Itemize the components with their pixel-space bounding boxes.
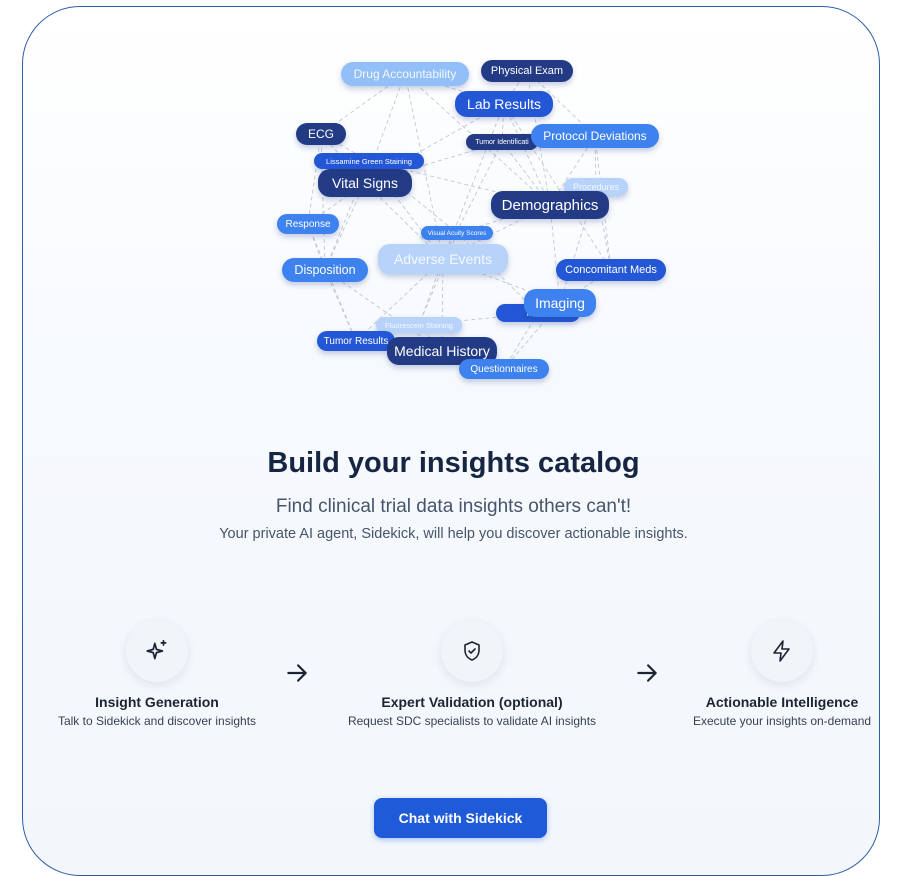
page-description: Your private AI agent, Sidekick, will he… bbox=[219, 526, 688, 542]
page-subtitle: Find clinical trial data insights others… bbox=[275, 496, 632, 517]
tag-visual-acuity-scores[interactable]: Visual Acuity Scores bbox=[421, 226, 493, 240]
page-title: Build your insights catalog bbox=[267, 447, 640, 479]
tag-tumor-identification[interactable]: Tumor Identificati bbox=[466, 134, 538, 150]
chat-with-sidekick-button[interactable]: Chat with Sidekick bbox=[374, 798, 547, 838]
step-description: Execute your insights on-demand bbox=[692, 714, 872, 728]
step-title: Actionable Intelligence bbox=[705, 694, 859, 710]
tag-fluorescein-staining[interactable]: Fluorescein Staining bbox=[376, 317, 462, 333]
topic-tag-cloud: Drug Accountability Physical Exam Lab Re… bbox=[0, 0, 907, 400]
tag-drug-accountability[interactable]: Drug Accountability bbox=[341, 62, 469, 86]
step-description: Request SDC specialists to validate AI i… bbox=[347, 714, 597, 728]
tag-lab-results[interactable]: Lab Results bbox=[455, 91, 553, 117]
step-description: Talk to Sidekick and discover insights bbox=[57, 714, 257, 728]
tag-questionnaires[interactable]: Questionnaires bbox=[459, 359, 549, 379]
tag-imaging[interactable]: Imaging bbox=[524, 289, 596, 317]
tag-vital-signs[interactable]: Vital Signs bbox=[318, 169, 412, 197]
step-title: Expert Validation (optional) bbox=[381, 694, 563, 710]
tag-physical-exam[interactable]: Physical Exam bbox=[481, 60, 573, 82]
tag-tumor-results[interactable]: Tumor Results bbox=[317, 331, 395, 351]
shield-check-icon bbox=[441, 620, 503, 682]
tag-demographics[interactable]: Demographics bbox=[491, 191, 609, 219]
step-actionable-intelligence: Actionable Intelligence Execute your ins… bbox=[652, 620, 907, 728]
network-line bbox=[503, 103, 551, 206]
tag-disposition[interactable]: Disposition bbox=[282, 258, 368, 282]
tag-response[interactable]: Response bbox=[277, 214, 339, 234]
sparkles-icon bbox=[126, 620, 188, 682]
tag-ecg[interactable]: ECG bbox=[296, 123, 346, 145]
step-insight-generation: Insight Generation Talk to Sidekick and … bbox=[27, 620, 287, 728]
tag-lissamine-green-staining[interactable]: Lissamine Green Staining bbox=[314, 153, 424, 169]
lightning-icon bbox=[751, 620, 813, 682]
tag-concomitant-meds[interactable]: Concomitant Meds bbox=[556, 259, 666, 281]
step-title: Insight Generation bbox=[95, 694, 219, 710]
step-expert-validation: Expert Validation (optional) Request SDC… bbox=[342, 620, 602, 728]
tag-protocol-deviations[interactable]: Protocol Deviations bbox=[531, 124, 659, 148]
tag-adverse-events[interactable]: Adverse Events bbox=[378, 244, 508, 274]
arrow-right-icon bbox=[287, 664, 307, 682]
